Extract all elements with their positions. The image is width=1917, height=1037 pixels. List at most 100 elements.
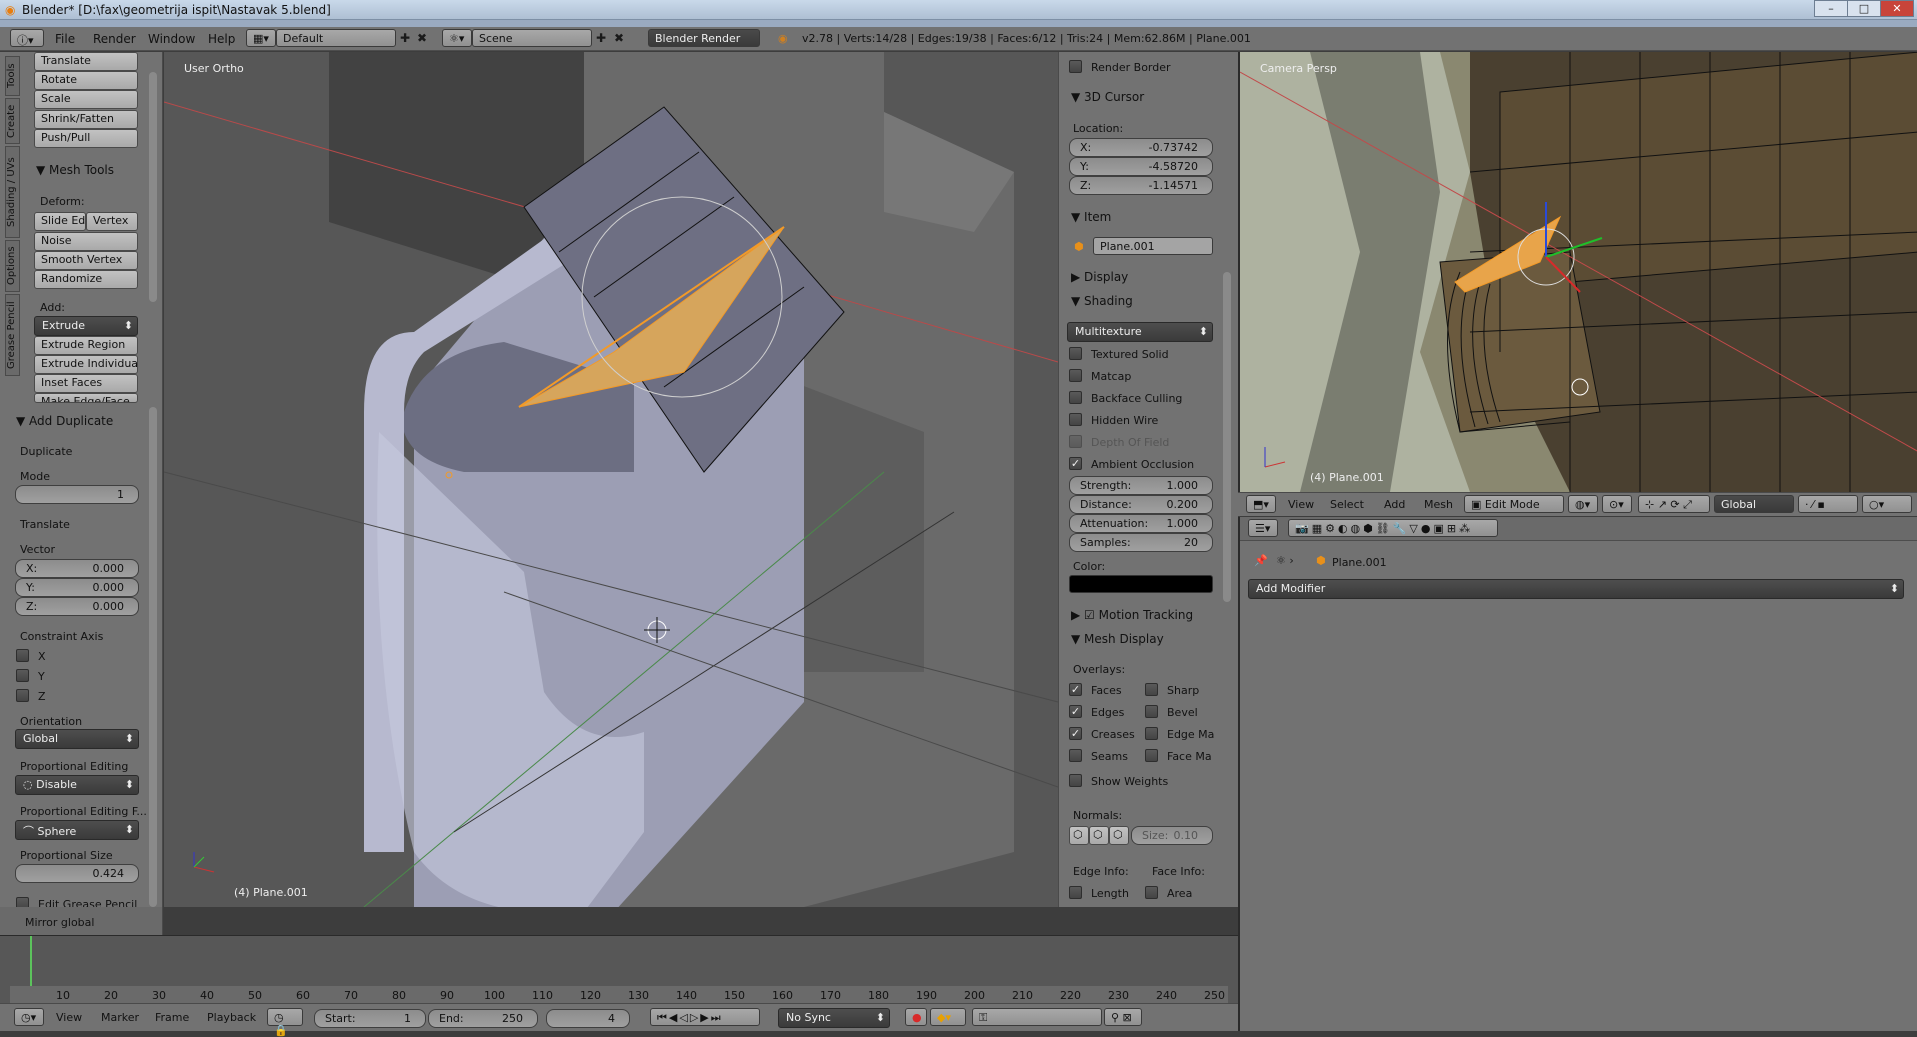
pivot-icon[interactable]: ⊙▾ <box>1602 495 1632 513</box>
axis-z-checkbox[interactable] <box>16 689 29 702</box>
maximize-button[interactable]: □ <box>1847 0 1881 17</box>
ambient-occlusion-checkbox[interactable]: ✓ <box>1069 457 1082 470</box>
sharp-checkbox[interactable] <box>1145 683 1158 696</box>
display-header[interactable]: ▶ Display <box>1071 270 1128 284</box>
ao-distance-field[interactable]: Distance: 0.200 <box>1069 495 1213 514</box>
mode-select[interactable]: ▣ Edit Mode <box>1464 495 1564 513</box>
end-frame-field[interactable]: End: 250 <box>428 1009 538 1028</box>
cam-menu-view[interactable]: View <box>1288 498 1314 511</box>
seams-checkbox[interactable] <box>1069 749 1082 762</box>
tab-tools[interactable]: Tools <box>5 56 20 96</box>
tab-grease-pencil[interactable]: Grease Pencil <box>5 294 20 376</box>
vector-x-field[interactable]: X: 0.000 <box>15 559 139 578</box>
cam-menu-select[interactable]: Select <box>1330 498 1364 511</box>
split-normals-icon[interactable]: ⬡ <box>1089 826 1109 845</box>
select-mode-icons[interactable]: · ⁄ ▪ <box>1798 495 1858 513</box>
record-icon[interactable]: ● <box>905 1008 927 1026</box>
ao-samples-field[interactable]: Samples: 20 <box>1069 533 1213 552</box>
slide-edge-button[interactable]: Slide Ed <box>34 212 86 231</box>
translate-button[interactable]: Translate <box>34 52 138 71</box>
smooth-vertex-button[interactable]: Smooth Vertex <box>34 251 138 270</box>
face-marks-checkbox[interactable] <box>1145 749 1158 762</box>
normals-size-field[interactable]: Size: 0.10 <box>1131 826 1213 845</box>
make-edge-face-button[interactable]: Make Edge/Face <box>34 393 138 403</box>
proportional-size-field[interactable]: 0.424 <box>15 864 139 883</box>
cam-menu-mesh[interactable]: Mesh <box>1424 498 1453 511</box>
extrude-individual-button[interactable]: Extrude Individual <box>34 355 138 374</box>
3d-cursor-header[interactable]: ▼ 3D Cursor <box>1071 90 1144 104</box>
remove-scene-icon[interactable]: ✖ <box>614 31 624 45</box>
menu-file[interactable]: File <box>55 32 75 46</box>
render-border-checkbox[interactable] <box>1069 60 1082 73</box>
mesh-display-header[interactable]: ▼ Mesh Display <box>1071 632 1164 646</box>
edges-checkbox[interactable]: ✓ <box>1069 705 1082 718</box>
context-tabs[interactable]: 📷▦⚙◐◍⬢⛓🔧▽●▣⊞⁂ <box>1288 519 1498 537</box>
edge-marks-checkbox[interactable] <box>1145 727 1158 740</box>
sync-select[interactable]: No Sync ⬍ <box>778 1008 890 1028</box>
extrude-select[interactable]: Extrude ⬍ <box>34 316 138 336</box>
preview-range-icons[interactable]: ◷🔒 <box>267 1008 303 1037</box>
menu-render[interactable]: Render <box>93 32 136 46</box>
extrude-region-button[interactable]: Extrude Region <box>34 336 138 355</box>
item-header[interactable]: ▼ Item <box>1071 210 1111 224</box>
shading-header[interactable]: ▼ Shading <box>1071 294 1133 308</box>
add-layout-icon[interactable]: ✚ <box>400 31 410 45</box>
editor-type-props-icon[interactable]: ☰▾ <box>1248 519 1278 537</box>
vector-z-field[interactable]: Z: 0.000 <box>15 597 139 616</box>
creases-checkbox[interactable]: ✓ <box>1069 727 1082 740</box>
keying-icon[interactable]: ◆▾ <box>930 1008 966 1026</box>
menu-window[interactable]: Window <box>148 32 195 46</box>
tab-options[interactable]: Options <box>5 240 20 292</box>
cursor-x-field[interactable]: X: -0.73742 <box>1069 138 1213 157</box>
editor-type-3d-icon[interactable]: ⬒▾ <box>1246 495 1276 513</box>
ao-strength-field[interactable]: Strength: 1.000 <box>1069 476 1213 495</box>
randomize-button[interactable]: Randomize <box>34 270 138 289</box>
layout-icon[interactable]: ▦▾ <box>246 29 276 47</box>
current-frame-field[interactable]: 4 <box>546 1009 630 1028</box>
keying-set-field[interactable]: ⚿ <box>972 1008 1102 1026</box>
current-frame-indicator[interactable] <box>30 936 32 988</box>
close-button[interactable]: ✕ <box>1880 0 1914 17</box>
noise-button[interactable]: Noise <box>34 232 138 251</box>
remove-layout-icon[interactable]: ✖ <box>417 31 427 45</box>
add-modifier-select[interactable]: Add Modifier ⬍ <box>1248 579 1904 599</box>
timeline-menu-playback[interactable]: Playback <box>207 1011 256 1024</box>
textured-solid-checkbox[interactable] <box>1069 347 1082 360</box>
camera-viewport[interactable]: Camera Persp (4) Plane.001 <box>1238 52 1917 492</box>
mode-field[interactable]: 1 <box>15 485 139 504</box>
proportional-falloff-select[interactable]: ⌒ Sphere ⬍ <box>15 820 139 840</box>
faces-checkbox[interactable]: ✓ <box>1069 683 1082 696</box>
editor-type-button[interactable]: ⓘ▾ <box>10 29 44 47</box>
backface-culling-checkbox[interactable] <box>1069 391 1082 404</box>
cursor-y-field[interactable]: Y: -4.58720 <box>1069 157 1213 176</box>
vector-y-field[interactable]: Y: 0.000 <box>15 578 139 597</box>
insert-delete-key-icons[interactable]: ⚲ ⊠ <box>1104 1008 1142 1026</box>
timeline-menu-view[interactable]: View <box>56 1011 82 1024</box>
cam-menu-add[interactable]: Add <box>1384 498 1405 511</box>
timeline[interactable]: 10 20 30 40 50 60 70 80 90 100 110 120 1… <box>0 935 1238 1007</box>
scale-button[interactable]: Scale <box>34 90 138 109</box>
minimize-button[interactable]: – <box>1814 0 1848 17</box>
axis-x-checkbox[interactable] <box>16 649 29 662</box>
cursor-z-field[interactable]: Z: -1.14571 <box>1069 176 1213 195</box>
push-pull-button[interactable]: Push/Pull <box>34 129 138 148</box>
menu-help[interactable]: Help <box>208 32 235 46</box>
motion-tracking-header[interactable]: ▶ ☑ Motion Tracking <box>1071 608 1193 622</box>
playback-controls[interactable]: ⏮◀◁▷▶⏭ <box>650 1008 760 1026</box>
timeline-menu-marker[interactable]: Marker <box>101 1011 139 1024</box>
manipulator-icons[interactable]: ⊹ ↗ ⟳ ⤢ <box>1638 495 1710 513</box>
proportional-editing-select[interactable]: ◌ Disable ⬍ <box>15 775 139 795</box>
timeline-menu-frame[interactable]: Frame <box>155 1011 189 1024</box>
ao-color-swatch[interactable] <box>1069 575 1213 593</box>
inset-faces-button[interactable]: Inset Faces <box>34 374 138 393</box>
bevel-checkbox[interactable] <box>1145 705 1158 718</box>
viewport-3d[interactable]: User Ortho (4) Plane.001 <box>164 52 1058 907</box>
shrink-fatten-button[interactable]: Shrink/Fatten <box>34 110 138 129</box>
properties-scrollbar[interactable] <box>1223 272 1231 602</box>
depth-of-field-checkbox[interactable] <box>1069 435 1082 448</box>
scene-field[interactable]: Scene <box>472 29 592 47</box>
tool-shelf-scrollbar[interactable] <box>149 72 157 302</box>
start-frame-field[interactable]: Start: 1 <box>314 1009 426 1028</box>
operator-scrollbar[interactable] <box>149 407 157 907</box>
shading-mode-select[interactable]: Multitexture ⬍ <box>1067 322 1213 342</box>
